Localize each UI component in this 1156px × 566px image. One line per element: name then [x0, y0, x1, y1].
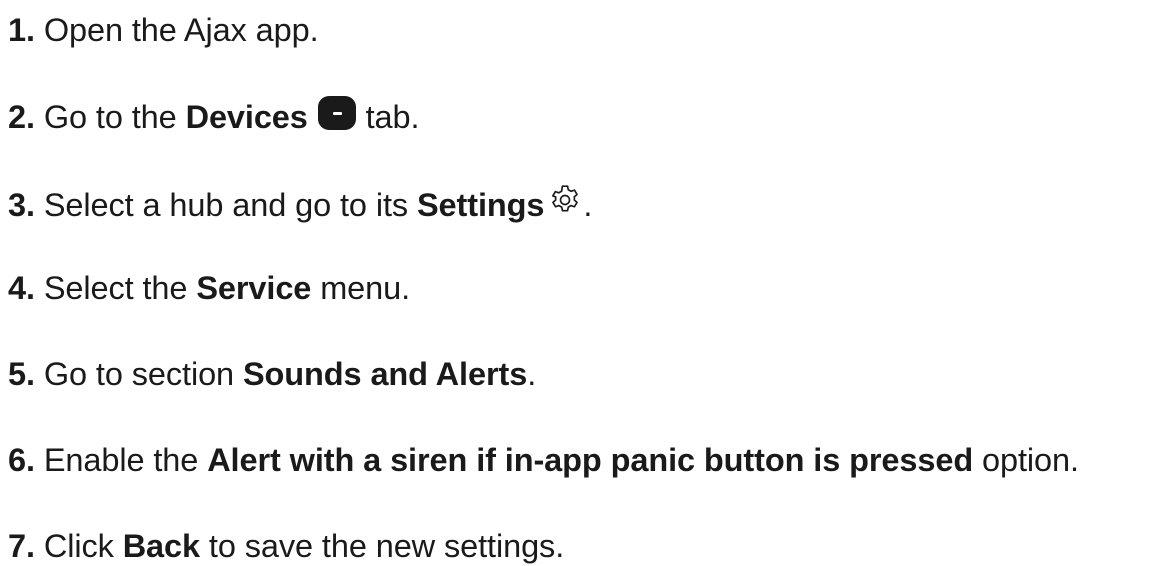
step-number: 3. — [8, 187, 35, 223]
instruction-list: 1. Open the Ajax app. 2. Go to the Devic… — [0, 0, 1156, 564]
step-number: 4. — [8, 270, 35, 306]
step-text-end: to save the new settings. — [199, 528, 565, 564]
devices-label: Devices — [185, 99, 308, 135]
step-text: Go to section — [34, 356, 243, 392]
step-2: 2. Go to the Devices tab. — [8, 96, 420, 137]
step-text-end: option. — [973, 442, 1079, 478]
step-5: 5. Go to section Sounds and Alerts. — [8, 354, 536, 394]
panic-siren-option-label: Alert with a siren if in-app panic butto… — [207, 442, 974, 478]
step-number: 7. — [8, 528, 35, 564]
step-text: Click — [34, 528, 123, 564]
settings-label: Settings — [416, 187, 545, 223]
step-text-end: tab. — [356, 99, 420, 135]
step-4: 4. Select the Service menu. — [8, 268, 410, 308]
step-number: 1. — [8, 12, 35, 48]
step-number: 5. — [8, 356, 35, 392]
step-number: 6. — [8, 442, 35, 478]
step-text: Select a hub and go to its — [34, 187, 417, 223]
back-label: Back — [122, 528, 200, 564]
step-3: 3. Select a hub and go to its Settings. — [8, 182, 592, 225]
step-number: 2. — [8, 99, 35, 135]
step-text-end: menu. — [311, 270, 411, 306]
step-6: 6. Enable the Alert with a siren if in-a… — [8, 440, 1079, 480]
step-text: Enable the — [34, 442, 208, 478]
step-text: Go to the — [34, 99, 186, 135]
service-label: Service — [196, 270, 312, 306]
step-text-end: . — [583, 187, 593, 223]
step-1: 1. Open the Ajax app. — [8, 10, 319, 50]
step-7: 7. Click Back to save the new settings. — [8, 526, 564, 566]
step-text: Open the Ajax app. — [34, 12, 319, 48]
step-text-end: . — [527, 356, 537, 392]
devices-tab-icon — [317, 96, 356, 130]
sounds-alerts-label: Sounds and Alerts — [242, 356, 528, 392]
step-text: Select the — [34, 270, 197, 306]
gear-icon — [552, 185, 579, 212]
